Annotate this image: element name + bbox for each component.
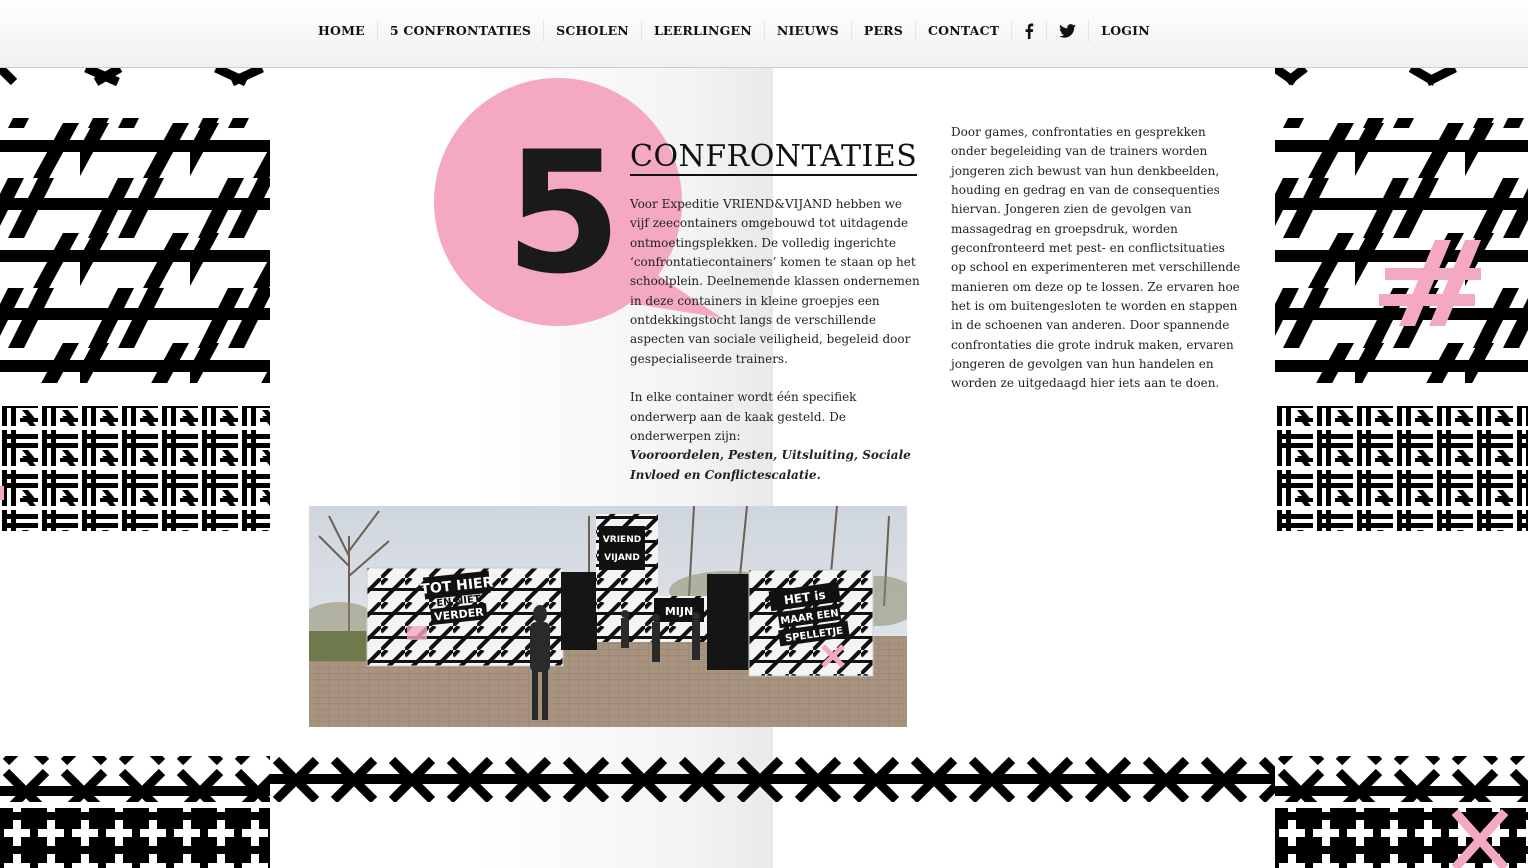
nav-item-contact[interactable]: CONTACT [915, 20, 1011, 42]
intro-paragraph-2: In elke container wordt één specifiek on… [630, 390, 857, 444]
bottom-x-pattern-strip [270, 756, 1275, 802]
containers-photo: TOT HIER EN NIET VERDER VRIEND VIJAND MI… [309, 506, 907, 727]
sign-middle: MIJN [665, 605, 693, 618]
twitter-link[interactable] [1046, 20, 1088, 42]
sign-tower-line-1: VRIEND [603, 535, 641, 545]
login-link[interactable]: LOGIN [1088, 20, 1162, 42]
nav-item-home[interactable]: HOME [306, 20, 377, 42]
hero-number: 5 [505, 115, 622, 311]
right-pattern-panel [1275, 68, 1528, 868]
left-pattern-panel [0, 68, 270, 868]
topics-list: Vooroordelen, Pesten, Uitsluiting, Socia… [630, 448, 911, 482]
nav-menu: HOME 5 CONFRONTATIES SCHOLEN LEERLINGEN … [306, 0, 1162, 62]
nav-item-nieuws[interactable]: NIEUWS [763, 20, 851, 42]
description-column: Door games, confrontaties en gesprekken … [951, 123, 1241, 394]
intro-paragraph-1: Voor Expeditie VRIEND&VIJAND hebben we v… [630, 197, 920, 366]
title-underline [630, 174, 917, 176]
nav-item-leerlingen[interactable]: LEERLINGEN [640, 20, 764, 42]
nav-item-5-confrontaties[interactable]: 5 CONFRONTATIES [376, 20, 543, 42]
nav-item-pers[interactable]: PERS [850, 20, 915, 42]
pattern-graphic [270, 756, 1275, 802]
intro-column: Voor Expeditie VRIEND&VIJAND hebben we v… [630, 195, 920, 485]
facebook-icon [1025, 23, 1034, 39]
pattern-graphic [1275, 68, 1528, 868]
facebook-link[interactable] [1011, 20, 1046, 42]
description-paragraph: Door games, confrontaties en gesprekken … [951, 125, 1241, 391]
nav-item-scholen[interactable]: SCHOLEN [543, 20, 641, 42]
top-navigation: HOME 5 CONFRONTATIES SCHOLEN LEERLINGEN … [0, 0, 1528, 68]
photo-illustration: TOT HIER EN NIET VERDER VRIEND VIJAND MI… [309, 506, 907, 727]
pattern-graphic [0, 68, 270, 868]
twitter-icon [1059, 24, 1077, 38]
page-title: CONFRONTATIES [630, 139, 918, 174]
sign-tower-line-2: VIJAND [604, 553, 640, 563]
